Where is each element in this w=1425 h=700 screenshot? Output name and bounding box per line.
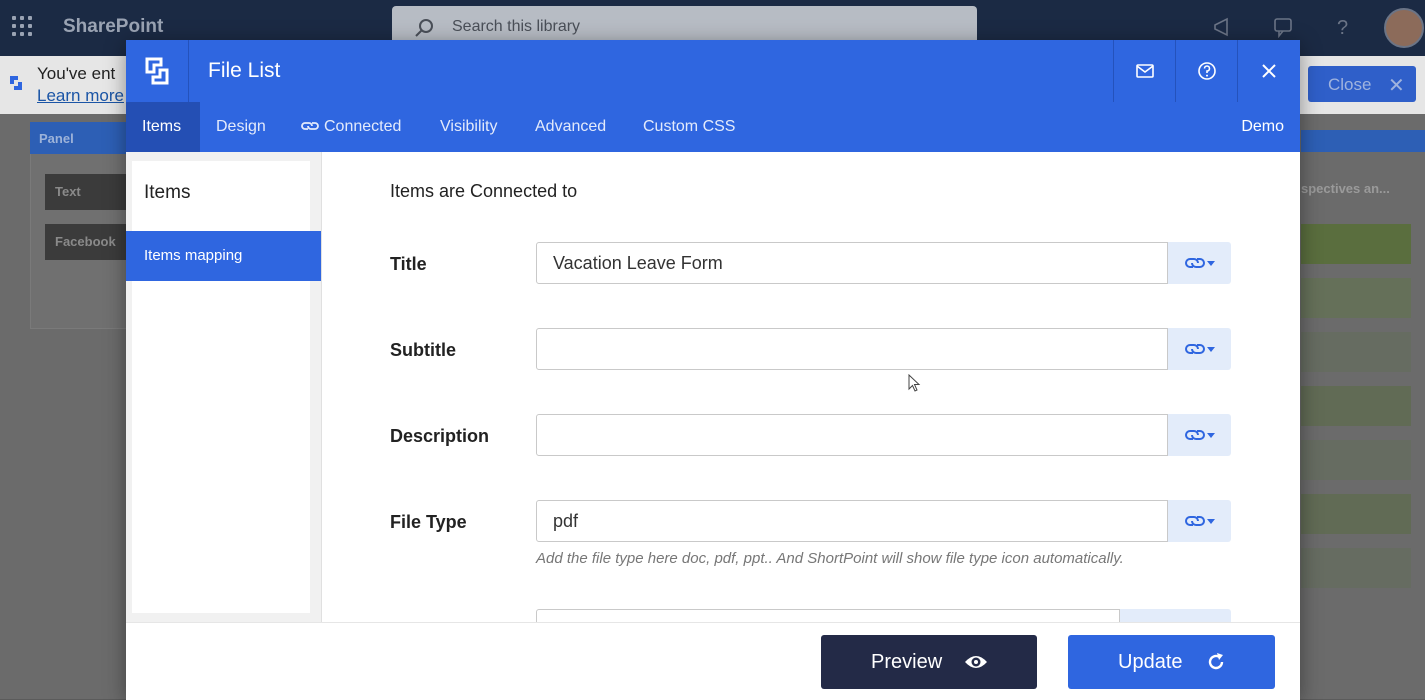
shortpoint-logo-icon bbox=[10, 76, 22, 90]
learn-more-link[interactable]: Learn more bbox=[37, 86, 124, 106]
background-tile bbox=[1301, 440, 1411, 480]
title-label: Title bbox=[390, 254, 427, 274]
file-type-field[interactable] bbox=[536, 500, 1168, 542]
description-connect-button[interactable] bbox=[1168, 414, 1231, 456]
svg-text:?: ? bbox=[1337, 17, 1348, 38]
link-icon bbox=[301, 122, 319, 130]
facebook-button-label: Facebook bbox=[55, 234, 116, 249]
close-icon: ✕ bbox=[1388, 75, 1405, 97]
link-dropdown-icon bbox=[1184, 430, 1215, 440]
background-tile bbox=[1301, 494, 1411, 534]
modal-title: File List bbox=[208, 59, 281, 82]
tab-items-label: Items bbox=[142, 118, 182, 135]
tab-custom-css-label: Custom CSS bbox=[643, 118, 736, 135]
help-button[interactable] bbox=[1175, 40, 1238, 102]
background-right-header bbox=[1301, 130, 1425, 152]
shortpoint-logo bbox=[126, 40, 189, 102]
description-field[interactable] bbox=[536, 414, 1168, 456]
modal-header: File List bbox=[126, 40, 1300, 102]
preview-button[interactable]: Preview bbox=[821, 635, 1037, 689]
message-text: You've ent bbox=[37, 64, 116, 83]
tab-visibility-label: Visibility bbox=[440, 118, 498, 135]
file-type-label: File Type bbox=[390, 512, 467, 532]
preview-label: Preview bbox=[871, 651, 943, 673]
email-button[interactable] bbox=[1113, 40, 1176, 102]
settings-sidebar: Items Items mapping bbox=[126, 152, 322, 622]
tab-custom-css[interactable]: Custom CSS bbox=[627, 102, 751, 152]
connected-heading: Items are Connected to bbox=[390, 181, 578, 201]
link-dropdown-icon bbox=[1184, 258, 1215, 268]
tab-advanced-label: Advanced bbox=[535, 118, 607, 135]
text-button-label: Text bbox=[55, 184, 81, 199]
tab-items[interactable]: Items bbox=[126, 102, 200, 152]
tab-visibility[interactable]: Visibility bbox=[424, 102, 514, 152]
subtitle-field[interactable] bbox=[536, 328, 1168, 370]
close-edit-button[interactable]: Close ✕ bbox=[1308, 66, 1416, 102]
next-connect-button-partial[interactable] bbox=[1120, 609, 1231, 622]
close-label: Close bbox=[1328, 75, 1372, 94]
items-mapping-content: Items are Connected to Title Subtitle bbox=[322, 152, 1300, 622]
mouse-cursor-icon bbox=[908, 374, 921, 392]
background-right-text: spectives an... bbox=[1301, 181, 1390, 196]
modal-tabs: Items Design Connected Visibility Advanc… bbox=[126, 102, 1300, 152]
eye-icon bbox=[965, 656, 987, 668]
background-tile bbox=[1301, 386, 1411, 426]
link-dropdown-icon bbox=[1184, 516, 1215, 526]
subtitle-label: Subtitle bbox=[390, 340, 456, 360]
background-facebook-button: Facebook bbox=[45, 224, 131, 260]
file-type-hint: Add the file type here doc, pdf, ppt.. A… bbox=[536, 550, 1124, 567]
background-tile bbox=[1301, 224, 1411, 264]
app-launcher-icon[interactable] bbox=[12, 16, 34, 38]
sharepoint-brand[interactable]: SharePoint bbox=[63, 16, 163, 38]
shortpoint-logo-icon bbox=[145, 57, 169, 85]
link-dropdown-icon bbox=[1184, 344, 1215, 354]
update-label: Update bbox=[1118, 651, 1183, 673]
megaphone-icon[interactable] bbox=[1212, 16, 1234, 38]
sidebar-card bbox=[132, 161, 310, 613]
question-circle-icon bbox=[1198, 62, 1216, 80]
update-button[interactable]: Update bbox=[1068, 635, 1275, 689]
tab-design-label: Design bbox=[216, 118, 266, 135]
feedback-icon[interactable] bbox=[1272, 16, 1294, 38]
close-icon bbox=[1262, 64, 1276, 78]
tab-connected-label: Connected bbox=[324, 118, 402, 135]
search-icon bbox=[415, 19, 433, 37]
modal-close-button[interactable] bbox=[1237, 40, 1300, 102]
subtitle-connect-button[interactable] bbox=[1168, 328, 1231, 370]
tab-advanced[interactable]: Advanced bbox=[519, 102, 622, 152]
refresh-icon bbox=[1208, 653, 1224, 670]
title-field[interactable] bbox=[536, 242, 1168, 284]
next-field-partial[interactable] bbox=[536, 609, 1120, 622]
demo-link[interactable]: Demo bbox=[1241, 102, 1284, 152]
background-tile bbox=[1301, 278, 1411, 318]
modal-body: Items Items mapping Items are Connected … bbox=[126, 152, 1300, 622]
description-label: Description bbox=[390, 426, 490, 446]
title-connect-button[interactable] bbox=[1168, 242, 1231, 284]
search-placeholder: Search this library bbox=[452, 18, 581, 35]
avatar[interactable] bbox=[1384, 8, 1424, 48]
modal-footer: Preview Update bbox=[126, 622, 1300, 700]
tab-design[interactable]: Design bbox=[200, 102, 282, 152]
panel-header: Panel bbox=[30, 122, 130, 154]
file-list-settings-modal: File List Items Design Connected Visibil… bbox=[126, 40, 1300, 700]
tab-connected[interactable]: Connected bbox=[284, 102, 417, 152]
panel-title: Panel bbox=[39, 131, 74, 146]
sidebar-item-items-mapping[interactable]: Items mapping bbox=[126, 231, 321, 281]
sidebar-title: Items bbox=[144, 182, 191, 203]
mail-icon bbox=[1136, 64, 1154, 78]
help-icon[interactable]: ? bbox=[1332, 16, 1354, 38]
file-type-connect-button[interactable] bbox=[1168, 500, 1231, 542]
background-tile bbox=[1301, 548, 1411, 588]
background-text-button: Text bbox=[45, 174, 131, 210]
background-tile bbox=[1301, 332, 1411, 372]
